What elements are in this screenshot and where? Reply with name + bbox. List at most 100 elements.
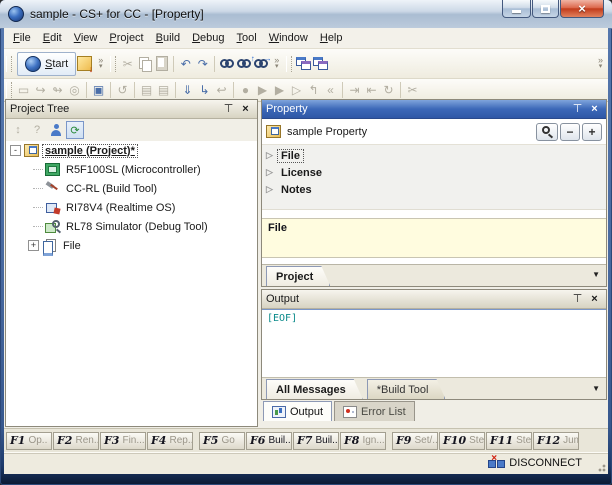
sort-icon[interactable]: ↕ — [9, 121, 27, 139]
collapse-all-button[interactable]: − — [560, 123, 580, 141]
tree-node-label[interactable]: sample (Project)* — [43, 145, 137, 157]
menu-item-build[interactable]: Build — [150, 29, 186, 47]
collapsed-triangle-icon[interactable]: ▷ — [266, 167, 278, 178]
refresh-icon[interactable]: ⟳ — [66, 121, 84, 139]
tree-row[interactable]: RI78V4 (Realtime OS) — [6, 198, 257, 217]
menu-item-help[interactable]: Help — [314, 29, 349, 47]
toolbar-button[interactable]: ▷ — [288, 82, 305, 99]
property-category-row[interactable]: ▷Notes — [262, 181, 606, 198]
start-button[interactable]: Start — [17, 52, 76, 76]
pin-icon[interactable]: ⊤ — [570, 292, 585, 306]
toolbar-button[interactable]: ↰ — [305, 82, 322, 99]
tree-row[interactable]: R5F100SL (Microcontroller) — [6, 160, 257, 179]
property-category-row[interactable]: ▷File — [262, 147, 606, 164]
collapsed-triangle-icon[interactable]: ▷ — [266, 150, 278, 161]
function-key-f11[interactable]: F11Ste... — [486, 432, 532, 450]
expand-all-button[interactable]: + — [582, 123, 602, 141]
menu-item-window[interactable]: Window — [263, 29, 314, 47]
toolbar-grip[interactable] — [286, 56, 292, 72]
toolbar-button[interactable]: ↩ — [213, 82, 230, 99]
overflow-chevron[interactable]: »▾ — [595, 57, 606, 70]
output-content[interactable]: [EOF] — [262, 309, 606, 377]
tree-row[interactable]: - sample (Project)* — [6, 141, 257, 160]
tree-node-label[interactable]: CC-RL (Build Tool) — [64, 183, 159, 195]
toolbar-button[interactable]: ▶ — [271, 82, 288, 99]
download-project-button[interactable] — [76, 55, 93, 72]
toolbar-button[interactable]: → — [252, 55, 269, 72]
toolbar-grip[interactable] — [6, 56, 12, 72]
toolbar-button[interactable]: ↶ — [177, 55, 194, 72]
toolbar-button[interactable]: ↬ — [49, 82, 66, 99]
function-key-f1[interactable]: F1Op.. — [6, 432, 52, 450]
menu-item-debug[interactable]: Debug — [186, 29, 230, 47]
toolbar-button[interactable]: ● — [237, 82, 254, 99]
function-key-f12[interactable]: F12Jump... — [533, 432, 579, 450]
toolbar-button[interactable]: ◎ — [66, 82, 83, 99]
toolbar-button[interactable]: ↺ — [114, 82, 131, 99]
titlebar[interactable]: sample - CS+ for CC - [Property] × — [0, 0, 612, 29]
toolbar-button[interactable]: ↪ — [32, 82, 49, 99]
function-key-f8[interactable]: F8Ign... — [340, 432, 386, 450]
tree-row[interactable]: +File — [6, 236, 257, 255]
toolbar-grip[interactable] — [6, 82, 12, 98]
dock-tab-output[interactable]: Output — [263, 401, 332, 421]
tree-row[interactable]: RL78 Simulator (Debug Tool) — [6, 217, 257, 236]
toolbar-button[interactable]: ▶ — [254, 82, 271, 99]
toolbar-button[interactable]: ⇤ — [363, 82, 380, 99]
toolbar-button[interactable] — [136, 55, 153, 72]
menu-item-view[interactable]: View — [68, 29, 104, 47]
property-category-row[interactable]: ▷License — [262, 164, 606, 181]
search-button[interactable] — [536, 123, 558, 141]
toolbar-button[interactable]: ⇓ — [179, 82, 196, 99]
collapsed-triangle-icon[interactable]: ▷ — [266, 184, 278, 195]
close-panel-icon[interactable]: × — [587, 292, 602, 306]
tree-node-label[interactable]: R5F100SL (Microcontroller) — [64, 164, 203, 176]
tree-node-label[interactable]: File — [61, 240, 83, 252]
function-key-f9[interactable]: F9Set/... — [392, 432, 438, 450]
user-filter-icon[interactable] — [47, 121, 65, 139]
pin-icon[interactable]: ⊤ — [221, 102, 236, 116]
toolbar-button[interactable]: « — [322, 82, 339, 99]
function-key-f5[interactable]: F5Go — [199, 432, 245, 450]
toolbar-button[interactable]: ✂ — [119, 55, 136, 72]
maximize-button[interactable] — [532, 0, 559, 18]
function-key-f7[interactable]: F7Buil... — [293, 432, 339, 450]
toolbar-button[interactable]: ▤ — [138, 82, 155, 99]
toolbar-button[interactable] — [153, 55, 170, 72]
pin-icon[interactable]: ⊤ — [570, 102, 585, 116]
toolbar-button[interactable]: ▤ — [155, 82, 172, 99]
tab-all-messages[interactable]: All Messages — [266, 379, 363, 399]
minimize-button[interactable] — [502, 0, 531, 18]
close-panel-icon[interactable]: × — [238, 102, 253, 116]
resize-grip[interactable] — [596, 462, 606, 472]
toolbar-button[interactable]: ▣ — [90, 82, 107, 99]
close-button[interactable]: × — [560, 0, 604, 18]
tab-project[interactable]: Project — [266, 266, 330, 286]
function-key-f4[interactable]: F4Rep... — [147, 432, 193, 450]
toolbar-button[interactable]: ↳ — [196, 82, 213, 99]
toolbar-button[interactable]: ▭ — [15, 82, 32, 99]
toolbar-grip[interactable] — [110, 56, 116, 72]
tree-node-label[interactable]: RI78V4 (Realtime OS) — [64, 202, 177, 214]
overflow-chevron[interactable]: »▾ — [271, 57, 282, 70]
help-icon[interactable]: ? — [28, 121, 46, 139]
tab--build-tool[interactable]: *Build Tool — [367, 379, 446, 399]
overflow-chevron[interactable]: »▾ — [95, 57, 106, 70]
solution-list-button[interactable] — [295, 55, 312, 72]
tab-dropdown-icon[interactable]: ▼ — [592, 270, 600, 279]
function-key-f10[interactable]: F10Ste... — [439, 432, 485, 450]
toolbar-button[interactable]: ↑ — [235, 55, 252, 72]
toolbar-button[interactable] — [218, 55, 235, 72]
function-key-f6[interactable]: F6Buil... — [246, 432, 292, 450]
dock-tab-error-list[interactable]: Error List — [334, 401, 415, 421]
function-key-f2[interactable]: F2Ren... — [53, 432, 99, 450]
tree-node-label[interactable]: RL78 Simulator (Debug Tool) — [64, 221, 210, 233]
menu-item-edit[interactable]: Edit — [37, 29, 68, 47]
menu-item-project[interactable]: Project — [103, 29, 149, 47]
menu-item-file[interactable]: File — [7, 29, 37, 47]
collapse-icon[interactable]: - — [10, 145, 21, 156]
toolbar-button[interactable]: ✂ — [404, 82, 421, 99]
function-key-f3[interactable]: F3Fin... — [100, 432, 146, 450]
tab-dropdown-icon[interactable]: ▼ — [592, 384, 600, 393]
toolbar-button[interactable]: ↷ — [194, 55, 211, 72]
